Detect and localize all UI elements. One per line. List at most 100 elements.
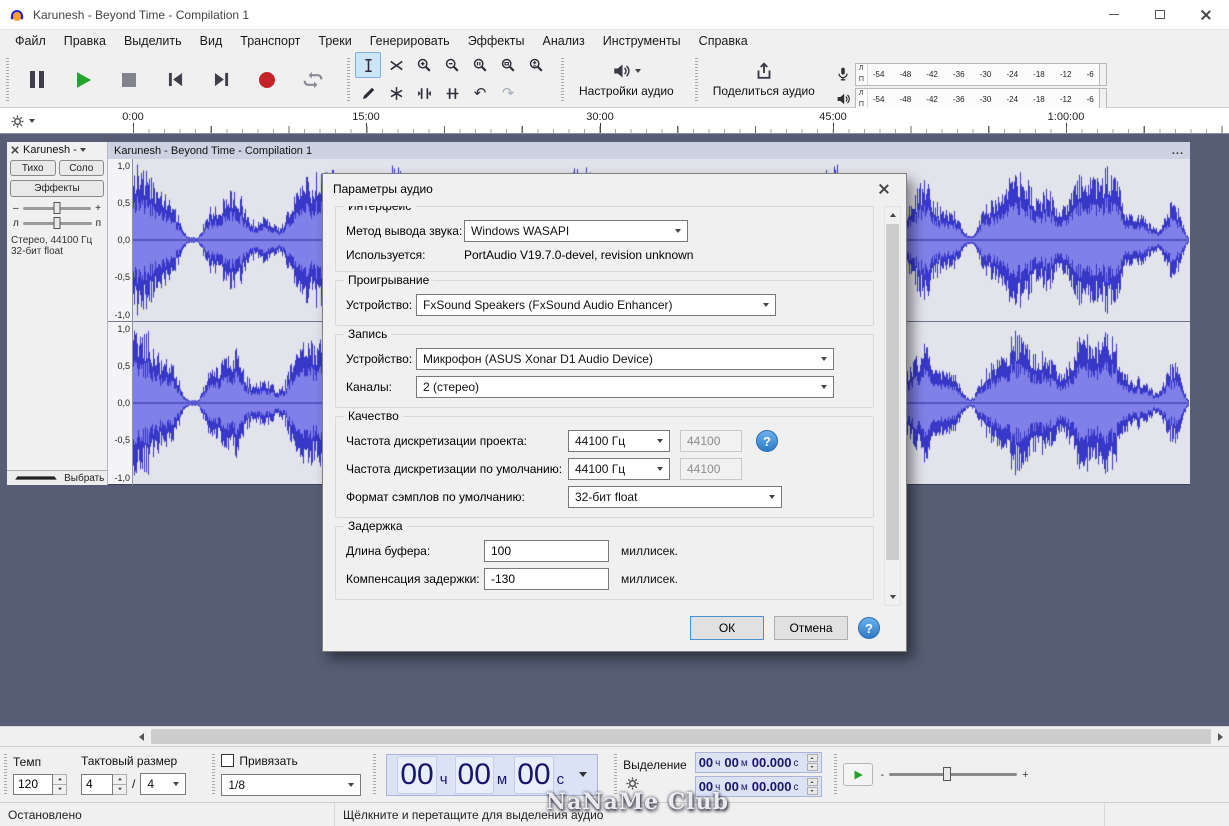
cancel-button[interactable]: Отмена [774,616,848,640]
solo-button[interactable]: Соло [59,160,105,176]
zoom-out-button[interactable] [439,52,465,78]
share-audio-button[interactable]: Поделиться аудио [703,56,825,104]
tempo-value-input[interactable] [13,774,53,795]
menu-analyze[interactable]: Анализ [534,32,594,50]
project-rate-combobox[interactable]: 44100 Гц [568,430,670,452]
tempo-up-button[interactable] [53,775,66,785]
pause-button[interactable] [16,59,58,101]
time-format-menu-icon[interactable] [579,772,587,777]
trim-audio-button[interactable] [411,80,437,106]
clip-menu-button[interactable]: ... [1172,145,1184,157]
redo-button[interactable]: ↷ [495,80,521,106]
pan-slider-track[interactable] [23,222,92,225]
dialog-titlebar[interactable]: Параметры аудио [323,174,906,204]
speed-slider[interactable]: - + [881,769,1029,781]
project-rate-help-button[interactable]: ? [756,430,778,452]
effects-button[interactable]: Эффекты [10,180,104,197]
host-combobox[interactable]: Windows WASAPI [464,220,688,242]
stop-button[interactable] [108,59,150,101]
dialog-close-button[interactable] [861,174,906,204]
minimize-button[interactable] [1091,0,1137,29]
dialog-help-button[interactable]: ? [858,617,880,639]
timesig-upper-value[interactable] [81,774,113,795]
mute-button[interactable]: Тихо [10,160,56,176]
track-menu-icon[interactable] [80,148,86,152]
selection-tool-button[interactable] [355,52,381,78]
gain-slider[interactable]: – + [13,203,101,214]
speed-slider-thumb[interactable] [943,767,951,781]
time-ruler[interactable]: 0:00 15:00 30:00 45:00 1:00:00 [0,108,1229,133]
maximize-button[interactable] [1137,0,1183,29]
collapse-track-icon[interactable] [15,476,56,479]
menu-tools[interactable]: Инструменты [594,32,690,50]
tempo-down-button[interactable] [53,785,66,794]
menu-generate[interactable]: Генерировать [361,32,459,50]
menu-tracks[interactable]: Треки [309,32,360,50]
channels-combobox[interactable]: 2 (стерео) [416,376,834,398]
silence-audio-button[interactable] [439,80,465,106]
time-display[interactable]: 00ч 00м 00с [386,754,598,796]
close-button[interactable] [1183,0,1229,29]
gain-slider-thumb[interactable] [53,202,60,214]
draw-tool-button[interactable] [355,80,381,106]
menu-edit[interactable]: Правка [55,32,115,50]
speed-slider-track[interactable] [889,773,1017,776]
scroll-left-button[interactable] [133,728,150,745]
multi-tool-button[interactable] [383,80,409,106]
clip-title-bar[interactable]: Karunesh - Beyond Time - Compilation 1 .… [108,142,1190,159]
menu-view[interactable]: Вид [191,32,232,50]
track-name[interactable]: Karunesh - [23,144,77,156]
timesig-up-button[interactable] [113,775,126,785]
zoom-toggle-button[interactable] [523,52,549,78]
zoom-in-button[interactable] [411,52,437,78]
gain-slider-track[interactable] [23,207,92,210]
latency-compensation-input[interactable] [484,568,609,590]
scroll-up-button[interactable] [885,207,900,223]
play-at-speed-button[interactable] [843,763,873,786]
menu-file[interactable]: Файл [6,32,55,50]
timesig-upper-input[interactable] [81,774,127,795]
sel-end-up-button[interactable] [807,778,818,786]
loop-button[interactable] [292,59,334,101]
skip-to-start-button[interactable] [154,59,196,101]
pan-slider-thumb[interactable] [54,217,61,229]
tempo-input[interactable] [13,774,67,795]
skip-to-end-button[interactable] [200,59,242,101]
selection-start-time[interactable]: 00ч 00м 00.000с [695,752,822,773]
playback-device-combobox[interactable]: FxSound Speakers (FxSound Audio Enhancer… [416,294,776,316]
sel-end-down-button[interactable] [807,787,818,795]
selection-end-time[interactable]: 00ч 00м 00.000с [695,776,822,797]
timesig-lower-combobox[interactable]: 4 [140,773,186,795]
sel-start-down-button[interactable] [807,763,818,771]
timesig-down-button[interactable] [113,785,126,794]
selection-options-gear-icon[interactable] [625,776,640,791]
buffer-length-input[interactable] [484,540,609,562]
vertical-ruler[interactable]: 1,00,50,0-0,5-1,0 1,00,50,0-0,5-1,0 [108,159,133,485]
timeline-options-button[interactable] [10,111,35,131]
menu-transport[interactable]: Транспорт [231,32,309,50]
scrollbar-thumb[interactable] [886,224,899,560]
recording-meter[interactable]: ЛП -54-48-42-36-30-24-18-12-6 [835,63,1107,86]
zoom-selection-button[interactable] [467,52,493,78]
undo-button[interactable]: ↶ [467,80,493,106]
sel-start-up-button[interactable] [807,754,818,762]
snap-interval-combobox[interactable]: 1/8 [221,774,361,796]
horizontal-scrollbar[interactable] [0,726,1229,746]
menu-help[interactable]: Справка [690,32,757,50]
sample-format-combobox[interactable]: 32-бит float [568,486,782,508]
pan-slider[interactable]: л п [13,218,101,229]
select-track-button[interactable]: Выбрать [62,473,108,484]
scroll-down-button[interactable] [885,589,900,605]
zoom-fit-button[interactable] [495,52,521,78]
record-button[interactable] [246,59,288,101]
play-button[interactable] [62,59,104,101]
ok-button[interactable]: ОК [690,616,764,640]
default-rate-combobox[interactable]: 44100 Гц [568,458,670,480]
dialog-scrollbar[interactable] [884,206,901,606]
snap-checkbox[interactable]: Привязать [221,754,361,768]
hscroll-thumb[interactable] [151,729,1211,744]
scroll-right-button[interactable] [1212,728,1229,745]
audio-setup-button[interactable]: Настройки аудио [569,56,684,104]
menu-select[interactable]: Выделить [115,32,191,50]
envelope-tool-button[interactable] [383,52,409,78]
